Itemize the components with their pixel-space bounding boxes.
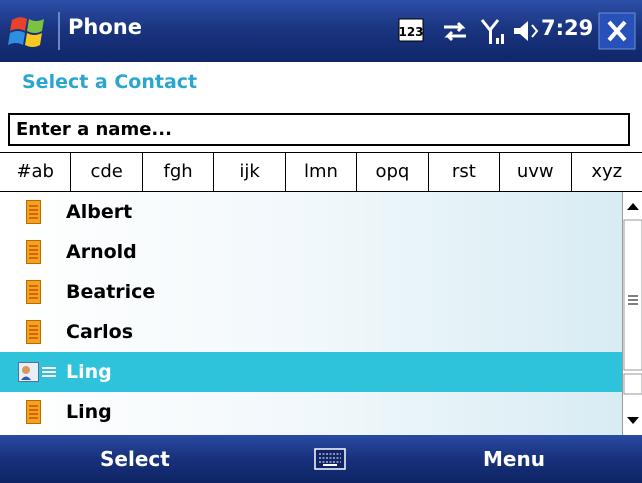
contact-name: Beatrice bbox=[66, 281, 156, 303]
letter-tab-opq[interactable]: opq bbox=[357, 153, 429, 191]
scroll-thumb bbox=[623, 219, 642, 371]
letter-tab-fgh[interactable]: fgh bbox=[143, 153, 215, 191]
contact-name: Ling bbox=[66, 401, 112, 423]
windows-start-icon[interactable] bbox=[0, 0, 60, 62]
contact-row-selected[interactable]: Ling bbox=[0, 352, 622, 392]
input-mode-icon[interactable]: 123 bbox=[398, 14, 424, 48]
letter-index-bar: #ab cde fgh ijk lmn opq rst uvw xyz bbox=[0, 152, 642, 192]
contact-card-icon bbox=[26, 320, 41, 344]
title-bar: Phone 123 7:29 bbox=[0, 0, 642, 62]
name-search-input[interactable] bbox=[10, 115, 628, 144]
volume-icon[interactable] bbox=[512, 14, 540, 48]
title-separator bbox=[58, 12, 60, 50]
page-title: Select a Contact bbox=[22, 71, 198, 93]
letter-tab-ijk[interactable]: ijk bbox=[214, 153, 286, 191]
data-connection-icon bbox=[444, 21, 466, 42]
close-icon[interactable] bbox=[598, 12, 636, 50]
contact-row[interactable]: Albert bbox=[0, 192, 622, 232]
contact-name: Albert bbox=[66, 201, 133, 223]
contact-name: Arnold bbox=[66, 241, 137, 263]
contact-card-icon bbox=[26, 200, 41, 224]
contact-card-icon bbox=[26, 400, 41, 424]
letter-tab-xyz[interactable]: xyz bbox=[572, 153, 642, 191]
search-box bbox=[8, 113, 630, 146]
app-title: Phone bbox=[68, 15, 142, 39]
list-scrollbar[interactable] bbox=[622, 192, 642, 435]
letter-tab-rst[interactable]: rst bbox=[429, 153, 501, 191]
contact-card-icon bbox=[26, 280, 41, 304]
scrollbar-graphic bbox=[623, 203, 642, 424]
contact-name: Carlos bbox=[66, 321, 134, 343]
contact-name: Ling bbox=[66, 361, 112, 383]
contact-row[interactable]: Carlos bbox=[0, 312, 622, 352]
scroll-up-arrow-icon bbox=[627, 203, 639, 210]
letter-tab-lmn[interactable]: lmn bbox=[286, 153, 358, 191]
signal-icon bbox=[480, 19, 504, 44]
select-softkey[interactable]: Select bbox=[100, 447, 170, 471]
menu-softkey[interactable]: Menu bbox=[483, 447, 545, 471]
letter-tab-uvw[interactable]: uvw bbox=[500, 153, 572, 191]
contact-card-icon bbox=[26, 240, 41, 264]
keyboard-icon[interactable] bbox=[314, 448, 346, 470]
clock[interactable]: 7:29 bbox=[541, 16, 593, 40]
svg-text:123: 123 bbox=[398, 25, 423, 39]
letter-tab-ab[interactable]: #ab bbox=[0, 153, 72, 191]
letter-tab-cde[interactable]: cde bbox=[71, 153, 143, 191]
contact-row[interactable]: Arnold bbox=[0, 232, 622, 272]
contact-row[interactable]: Beatrice bbox=[0, 272, 622, 312]
contact-list: Albert Arnold Beatrice Carlos Ling Ling bbox=[0, 192, 622, 435]
contact-row[interactable]: Ling bbox=[0, 392, 622, 432]
softkey-bar: Select Menu bbox=[0, 435, 642, 483]
contact-details-icon bbox=[18, 362, 56, 382]
scroll-down-arrow-icon bbox=[627, 417, 639, 424]
